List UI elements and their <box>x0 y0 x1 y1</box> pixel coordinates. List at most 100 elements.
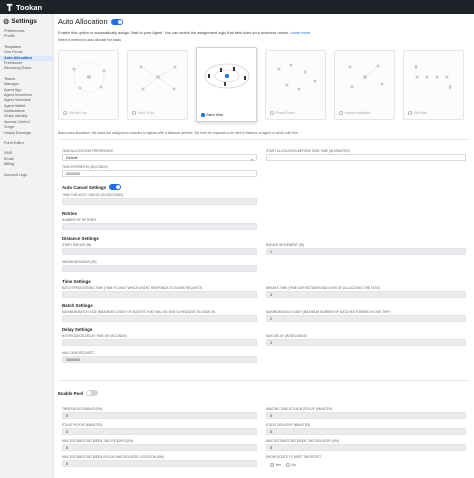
method-explanation: Batch-wise allocation, the tasks are ass… <box>58 131 302 135</box>
breaks-time-label: Breaks Time (Time Gap Between Batches Of… <box>266 286 381 290</box>
method-card-batch-wise[interactable]: Batch Wise <box>196 47 257 122</box>
batch-wise-illustration-icon <box>204 63 250 89</box>
max-distance-pickup-delivery-label: Max Distance Between Pickup And Delivery… <box>62 455 164 459</box>
delay-settings-title: Delay Settings <box>62 327 93 332</box>
start-radius-input[interactable] <box>62 248 257 255</box>
task-expires-label: Task Expires In (Seconds) <box>62 165 108 169</box>
settings-sidebar: ⚙ Settings Preferences Profile Templates… <box>0 14 54 478</box>
max-distance-pickup-delivery-input[interactable]: 5 <box>62 460 257 467</box>
max-batch-limit-input[interactable]: 2 <box>266 315 466 322</box>
option-label: Yes <box>275 463 281 467</box>
breaks-time-input[interactable]: 3 <box>266 291 466 298</box>
max-delay-input[interactable]: 3 <box>266 339 466 346</box>
method-label: Batch Wise <box>206 113 224 117</box>
retries-title: Retries <box>62 211 77 216</box>
start-allocation-label: Start Allocation Before Task Time (In Mi… <box>266 149 350 153</box>
one-by-one-illustration-icon <box>72 61 106 93</box>
enable-pool-title: Enable Pool <box>58 390 84 396</box>
nearest-available-illustration-icon <box>348 64 384 89</box>
task-allocation-value: Default <box>66 156 78 160</box>
auto-cancel-toggle[interactable] <box>109 184 122 190</box>
retries-label: Number of Retries <box>62 218 96 222</box>
sidebar-title: Settings <box>11 18 37 25</box>
max-distance-delivery-input[interactable]: 5 <box>266 444 466 451</box>
top-bar: Tookan <box>0 0 474 14</box>
start-allocation-input[interactable] <box>266 154 466 161</box>
enable-pool-toggle[interactable] <box>86 390 99 396</box>
method-card-fifo-wise[interactable]: Fifo Wise <box>403 50 464 120</box>
radio-round-robin[interactable] <box>270 111 274 115</box>
method-card-nearest-available[interactable]: Nearest Available <box>334 50 395 120</box>
eta-delivery-label: ETA At Delivery (Minutes) <box>266 423 311 427</box>
divider <box>58 380 470 381</box>
waiting-time-input[interactable]: 5 <box>266 412 466 419</box>
page-title: Auto Allocation <box>58 17 108 26</box>
retries-input[interactable] <box>62 223 257 230</box>
auto-cancel-header: Auto Cancel Settings <box>62 184 122 190</box>
max-task-request-label: Max Task Request <box>62 351 95 355</box>
short-route-yes[interactable]: Yes <box>270 463 281 467</box>
method-cards: One By One Send To All Batch Wise Round … <box>58 47 470 122</box>
radius-increment-label: Radius Increment (In) <box>266 243 305 247</box>
start-radius-label: Start Radius (In) <box>62 243 92 247</box>
threshold-radius-input[interactable]: 5 <box>62 412 257 419</box>
max-batch-limit-label: Maximum Batch Limit (Maximum Number Of B… <box>266 310 391 314</box>
learn-more-link[interactable]: Learn more <box>290 30 310 35</box>
tookan-logo-icon <box>4 2 14 12</box>
method-card-one-by-one[interactable]: One By One <box>58 50 119 120</box>
enable-pool-row: Enable Pool <box>58 390 99 396</box>
task-allocation-select[interactable]: Default ▾ <box>62 154 257 162</box>
max-task-request-input[interactable]: 3000000 <box>62 356 257 363</box>
chevron-down-icon: ▾ <box>251 157 253 162</box>
sidebar-item-account-logs[interactable]: Account Logs <box>0 173 53 178</box>
short-route-label: Show Route To Meet Shortest <box>266 455 322 459</box>
eta-delivery-input[interactable]: 5 <box>266 428 466 435</box>
method-card-send-to-all[interactable]: Send To All <box>127 50 188 120</box>
radio-send-to-all[interactable] <box>132 111 136 115</box>
max-distance-pickups-input[interactable]: 5 <box>62 444 257 451</box>
method-label: Send To All <box>137 111 154 115</box>
max-distance-delivery-label: Max Distance Between Two Delivery (km) <box>266 439 339 443</box>
auto-cancel-title: Auto Cancel Settings <box>62 184 107 190</box>
radio-nearest-available[interactable] <box>339 111 343 115</box>
max-radius-label: Maximum Radius (In) <box>62 260 97 264</box>
threshold-radius-label: Threshold Radius (km) <box>62 407 103 411</box>
eta-pickup-input[interactable]: 5 <box>62 428 257 435</box>
radio-button[interactable] <box>286 463 290 467</box>
method-label: Fifo Wise <box>413 111 428 115</box>
batch-processing-time-label: Batch Processing Time (Time To Wait Whic… <box>62 286 203 290</box>
radio-button[interactable] <box>270 463 274 467</box>
divider <box>58 139 470 140</box>
option-label: No <box>291 463 296 467</box>
method-instruction: Select a method to auto allocate the tas… <box>58 38 121 42</box>
batch-settings-title: Batch Settings <box>62 303 93 308</box>
eta-pickup-label: ETA At Pickup (Minutes) <box>62 423 103 427</box>
max-batch-size-input[interactable] <box>62 315 257 322</box>
notification-delay-input[interactable] <box>62 339 257 346</box>
method-label: Round Robin <box>275 111 295 115</box>
auto-cancel-time-input[interactable] <box>62 198 257 205</box>
fifo-wise-illustration-icon <box>415 65 451 89</box>
batch-processing-time-input[interactable] <box>62 291 257 298</box>
short-route-no[interactable]: No <box>286 463 296 467</box>
max-radius-input[interactable] <box>62 265 257 272</box>
page-description: Enable this option to automatically assi… <box>58 30 311 35</box>
task-expires-input[interactable]: 3000000 <box>62 170 257 177</box>
app-name: Tookan <box>16 2 43 12</box>
auto-allocation-toggle[interactable] <box>110 18 123 25</box>
method-label: One By One <box>68 111 87 115</box>
method-card-round-robin[interactable]: Round Robin <box>265 50 326 120</box>
waiting-time-label: Waiting Time At Each Pickup (Minutes) <box>266 407 333 411</box>
radio-one-by-one[interactable] <box>63 111 67 115</box>
method-label: Nearest Available <box>344 111 371 115</box>
gear-icon: ⚙ <box>3 18 10 26</box>
radio-batch-wise[interactable] <box>201 113 205 117</box>
sidebar-header: ⚙ Settings <box>0 14 53 29</box>
notification-delay-label: Notification Delay Time (In Seconds) <box>62 334 127 338</box>
round-robin-illustration-icon <box>277 63 317 91</box>
max-batch-size-label: Maximum Batch Size (Maximum Count Of Age… <box>62 310 216 314</box>
auto-allocation-panel: Auto Allocation Enable this option to au… <box>58 14 470 478</box>
send-to-all-illustration-icon <box>139 65 177 91</box>
radio-fifo-wise[interactable] <box>408 111 412 115</box>
radius-increment-input[interactable]: 1 <box>266 248 466 255</box>
